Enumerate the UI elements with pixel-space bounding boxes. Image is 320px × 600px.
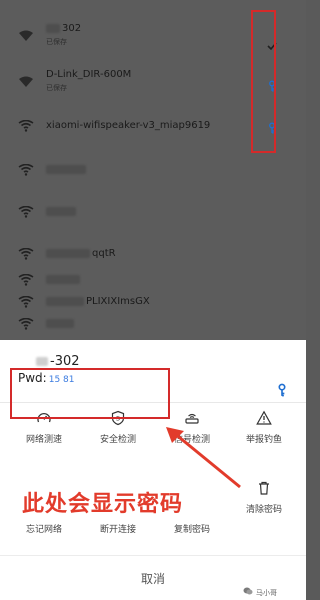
wifi-icon	[18, 120, 34, 132]
wifi-lock-icon	[19, 30, 33, 41]
action-clear-password[interactable]: 清除密码	[226, 481, 302, 550]
wifi-row-3[interactable]	[0, 152, 306, 192]
wifi-status: 已保存	[46, 84, 67, 92]
highlight-box-password	[10, 368, 170, 419]
wifi-name: 302	[62, 23, 82, 34]
action-label: 清除密码	[245, 505, 282, 515]
wifi-name: qqtR	[92, 248, 116, 259]
wifi-status: 已保存	[46, 38, 67, 46]
router-icon	[185, 413, 199, 424]
action-label: 安全检测	[99, 435, 136, 445]
annotation-arrow	[166, 427, 241, 489]
warning-icon	[256, 410, 272, 425]
wifi-icon	[18, 164, 34, 176]
wifi-name: xiaomi-wifispeaker-v3_miap9619	[46, 120, 211, 131]
wifi-row-4[interactable]	[0, 194, 306, 234]
trash-icon	[259, 481, 269, 495]
copy-icon	[184, 500, 200, 516]
wechat-icon	[243, 587, 253, 595]
action-label: 忘记网络	[25, 525, 62, 535]
ssid-title: -302	[50, 354, 80, 369]
highlight-box-status-icons	[251, 10, 276, 153]
key-icon[interactable]	[275, 383, 289, 397]
wifi-network-list: 302 已保存 D-Link_DIR-600M 已保存 xiaomi-wifis…	[0, 0, 306, 340]
action-label: 网络测速	[25, 435, 62, 445]
wifi-icon	[18, 206, 34, 218]
annotation-text: 此处会显示密码	[22, 492, 184, 517]
action-label: 断开连接	[99, 525, 136, 535]
wifi-name: D-Link_DIR-600M	[46, 69, 132, 80]
cancel-button[interactable]: 取消	[0, 570, 306, 587]
wifi-lock-icon	[19, 76, 33, 87]
watermark: 马小哥	[256, 589, 277, 597]
wifi-icon	[18, 248, 34, 260]
action-label: 复制密码	[173, 525, 210, 535]
wifi-icon	[18, 318, 34, 330]
